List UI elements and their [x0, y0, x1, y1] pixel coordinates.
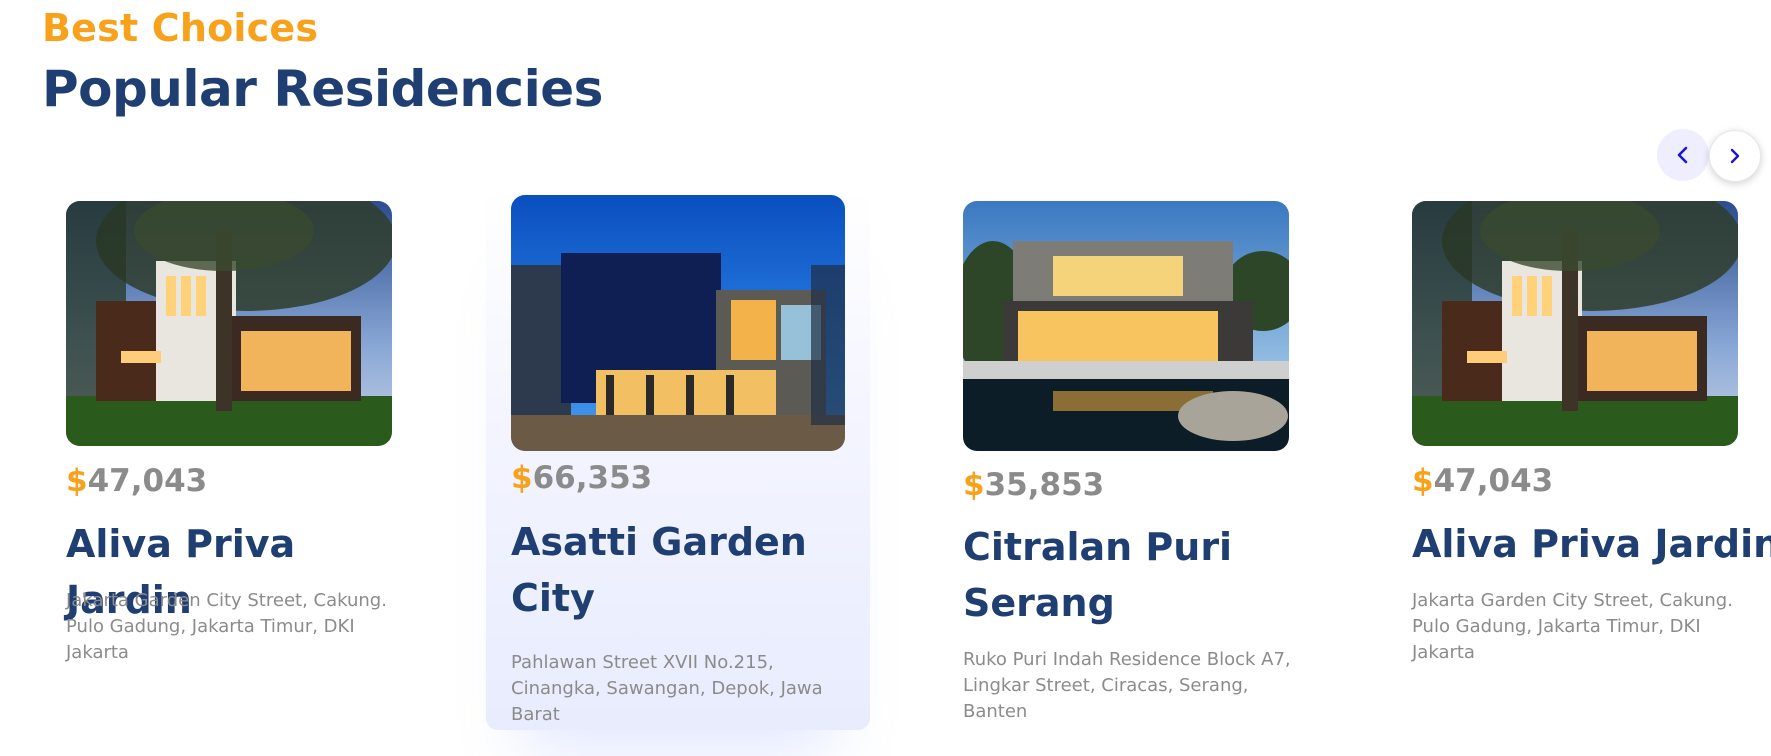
residency-address: Jakarta Garden City Street, Cakung. Pulo…	[66, 590, 387, 663]
residency-name: Aliva Priva Jardin	[1412, 522, 1771, 566]
residency-address: Ruko Puri Indah Residence Block A7, Ling…	[963, 649, 1291, 722]
residency-image	[963, 201, 1289, 451]
residency-image	[66, 201, 392, 446]
residency-price: $47,043	[1412, 463, 1554, 499]
residency-address: Jakarta Garden City Street, Cakung. Pulo…	[1412, 590, 1733, 663]
residency-price: $66,353	[511, 460, 653, 496]
residency-image	[1412, 201, 1738, 446]
residency-address: Pahlawan Street XVII No.215, Cinangka, S…	[511, 652, 823, 725]
carousel-prev-button[interactable]	[1657, 129, 1709, 181]
section-heading: Popular Residencies	[42, 60, 603, 118]
residency-price: $47,043	[66, 463, 208, 499]
residency-price: $35,853	[963, 467, 1105, 503]
residency-image	[511, 195, 845, 451]
section-eyebrow: Best Choices	[42, 6, 319, 50]
carousel-next-button[interactable]	[1709, 130, 1761, 182]
residency-name: Asatti Garden City	[511, 520, 807, 620]
residency-name: Citralan Puri Serang	[963, 525, 1233, 625]
chevron-left-icon	[1677, 146, 1688, 164]
chevron-right-icon	[1730, 148, 1740, 164]
residency-card-active[interactable]: $66,353 Asatti Garden City Pahlawan Stre…	[486, 190, 870, 730]
